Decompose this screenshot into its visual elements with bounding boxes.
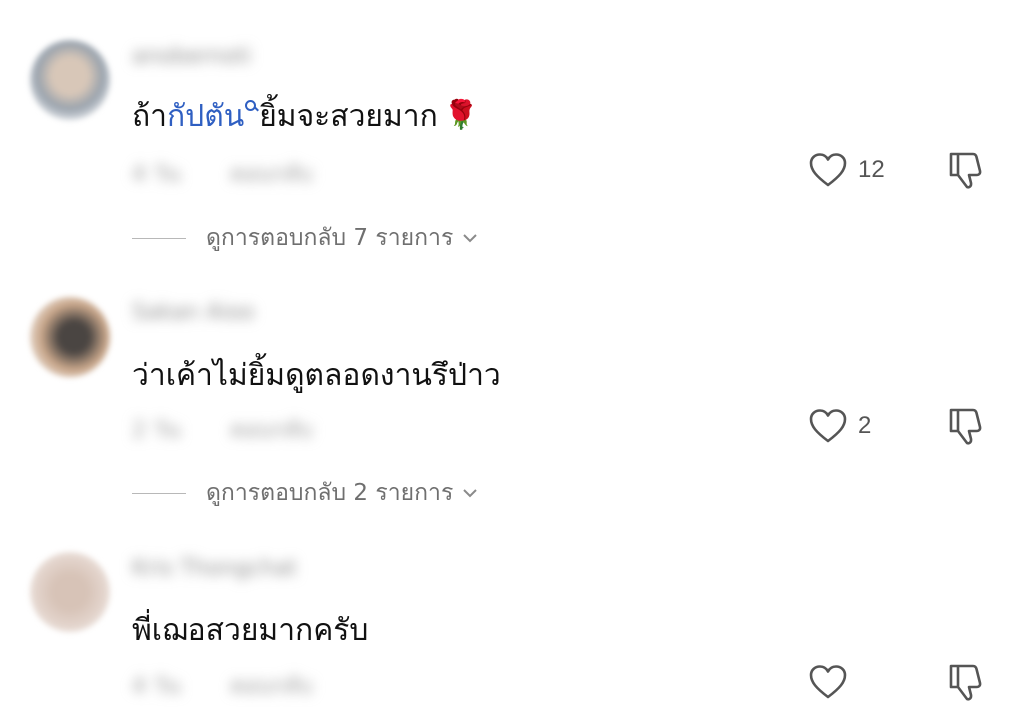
avatar[interactable] xyxy=(30,40,110,120)
comment-time: 4 วัน xyxy=(132,674,181,699)
reply-button[interactable]: ตอบกลับ xyxy=(230,418,312,443)
avatar[interactable] xyxy=(30,552,110,632)
mention-link[interactable]: กัปตัน xyxy=(167,99,244,134)
view-replies-label: ดูการตอบกลับ 2 รายการ xyxy=(206,480,454,506)
dislike-button[interactable] xyxy=(945,148,989,192)
divider-line xyxy=(132,237,186,239)
like-button[interactable]: 2 xyxy=(808,406,871,446)
rose-emoji: 🌹 xyxy=(443,98,479,131)
reply-button[interactable]: ตอบกลับ xyxy=(230,162,312,187)
comment-text-after: ยิ้มจะสวยมาก xyxy=(259,99,438,134)
comment-username[interactable]: anobernoti xyxy=(132,44,251,69)
view-replies-button[interactable]: ดูการตอบกลับ 7 รายการ xyxy=(132,223,479,253)
comment-text-before: ถ้า xyxy=(132,99,168,134)
heart-outline-icon xyxy=(809,153,847,187)
heart-outline-icon xyxy=(809,409,847,443)
thumbs-down-outline-icon xyxy=(949,152,982,189)
comment-time: 4 วัน xyxy=(132,162,181,187)
dislike-button[interactable] xyxy=(945,660,989,704)
comment-meta: 4 วัน ตอบกลับ xyxy=(132,668,363,703)
comment-time: 2 วัน xyxy=(132,418,181,443)
thumbs-down-outline-icon xyxy=(949,408,982,445)
like-count: 2 xyxy=(858,412,872,439)
search-icon[interactable] xyxy=(245,100,257,112)
comment-meta: 2 วัน ตอบกลับ xyxy=(132,412,363,447)
chevron-down-icon xyxy=(463,489,478,498)
reply-button[interactable]: ตอบกลับ xyxy=(230,674,312,699)
comment-username[interactable]: Sakan Aioo xyxy=(132,300,254,325)
heart-outline-icon xyxy=(809,665,847,699)
like-button[interactable]: 12 xyxy=(808,150,885,190)
like-count: 12 xyxy=(858,156,885,183)
comment-text: พี่เฌอสวยมากครับ xyxy=(132,613,369,648)
divider-line xyxy=(132,492,186,494)
chevron-down-icon xyxy=(463,234,478,243)
comments-page: anobernoti ถ้ากัปตัน ยิ้มจะสวยมาก 🌹 4 วันต… xyxy=(0,0,1024,725)
thumbs-down-outline-icon xyxy=(949,664,982,701)
comment-text: ว่าเค้าไม่ยิ้มดูตลอดงานรึป่าว xyxy=(132,358,501,393)
dislike-button[interactable] xyxy=(945,404,989,448)
like-button[interactable] xyxy=(808,662,858,702)
view-replies-label: ดูการตอบกลับ 7 รายการ xyxy=(206,225,454,251)
avatar[interactable] xyxy=(30,297,110,377)
comment-text: ถ้ากัปตัน ยิ้มจะสวยมาก 🌹 xyxy=(132,93,479,140)
comment-username[interactable]: Kris Thongchat xyxy=(132,556,297,581)
comment-meta: 4 วัน ตอบกลับ xyxy=(132,156,363,191)
view-replies-button[interactable]: ดูการตอบกลับ 2 รายการ xyxy=(132,478,479,508)
